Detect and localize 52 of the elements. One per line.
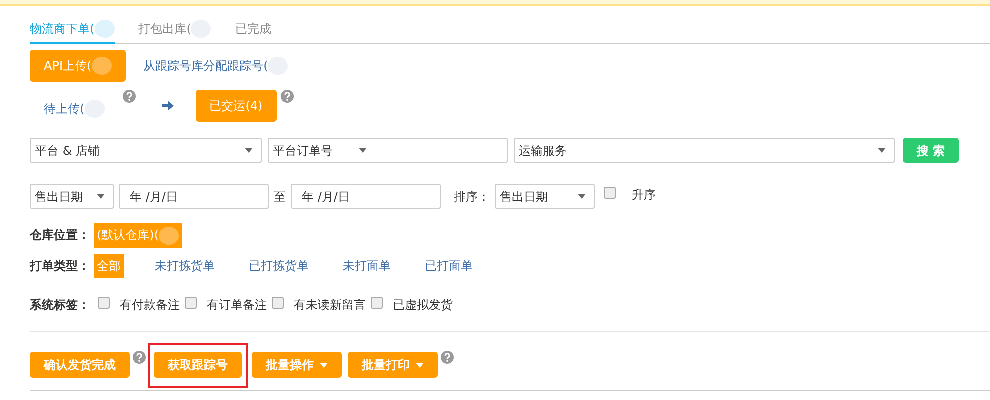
sort-label: 排序： (454, 188, 490, 206)
action-button[interactable]: 确认发货完成 (30, 352, 130, 378)
date-to-field[interactable]: 年 /月/日 (291, 184, 441, 209)
filter-option[interactable]: 已打面单 (422, 254, 476, 278)
order-field-select[interactable]: 平台订单号 (268, 138, 508, 163)
row-label: 系统标签： (30, 296, 90, 314)
help-icon[interactable] (441, 350, 454, 364)
checkbox-label: 有订单备注 (207, 296, 267, 314)
caret-icon (320, 362, 328, 368)
dropdown-button[interactable]: 批量操作 (252, 352, 342, 378)
platform-store-select[interactable]: 平台 & 店铺 (30, 138, 262, 163)
range-separator: 至 (274, 188, 286, 206)
status-button[interactable]: 已交运(4) (196, 90, 277, 122)
dropdown-button[interactable]: 批量打印 (348, 352, 438, 378)
action-button[interactable]: 获取跟踪号 (154, 352, 242, 378)
caret-icon (359, 148, 367, 153)
sort-select[interactable]: 售出日期 (495, 184, 595, 209)
filter-option[interactable]: 全部 (94, 254, 124, 278)
filter-option[interactable]: 已打拣货单 (246, 254, 312, 278)
status-link[interactable]: 待上传( (30, 90, 119, 122)
caret-icon (245, 148, 253, 153)
filter-option[interactable]: (默认仓库)( (94, 223, 182, 248)
row-label: 打单类型： (30, 258, 90, 275)
checkbox[interactable] (371, 296, 383, 309)
caret-icon (97, 194, 105, 199)
checkbox-label: 有付款备注 (120, 296, 180, 314)
checkbox[interactable] (272, 296, 284, 309)
shipping-service-select[interactable]: 运输服务 (514, 138, 895, 163)
filter-option[interactable]: 未打面单 (340, 254, 394, 278)
help-icon[interactable] (122, 90, 136, 103)
checkbox[interactable] (604, 186, 616, 198)
checkbox-label: 已虚拟发货 (393, 296, 453, 314)
help-icon[interactable] (280, 90, 294, 103)
tab[interactable]: 已完成 (235, 20, 272, 44)
arrow-icon (162, 101, 174, 111)
row-label: 仓库位置： (30, 227, 90, 244)
tab[interactable]: 打包出库( (138, 20, 212, 44)
help-icon[interactable] (133, 350, 146, 364)
checkbox-label: 有未读新留言 (294, 296, 366, 314)
date-from-field[interactable]: 年 /月/日 (119, 184, 269, 209)
date-type-select[interactable]: 售出日期 (30, 184, 114, 209)
caret-icon (416, 362, 424, 368)
search-button[interactable]: 搜 索 (903, 138, 959, 163)
tab[interactable]: 物流商下单( (30, 20, 115, 44)
checkbox[interactable] (98, 296, 110, 309)
ascending-label: 升序 (632, 186, 656, 204)
api-upload-button[interactable]: API上传( (30, 50, 126, 82)
checkbox[interactable] (185, 296, 197, 309)
caret-icon (878, 148, 886, 153)
caret-icon (578, 194, 586, 199)
mode-link[interactable]: 从跟踪号库分配跟踪号( (130, 50, 302, 82)
filter-option[interactable]: 未打拣货单 (152, 254, 218, 278)
